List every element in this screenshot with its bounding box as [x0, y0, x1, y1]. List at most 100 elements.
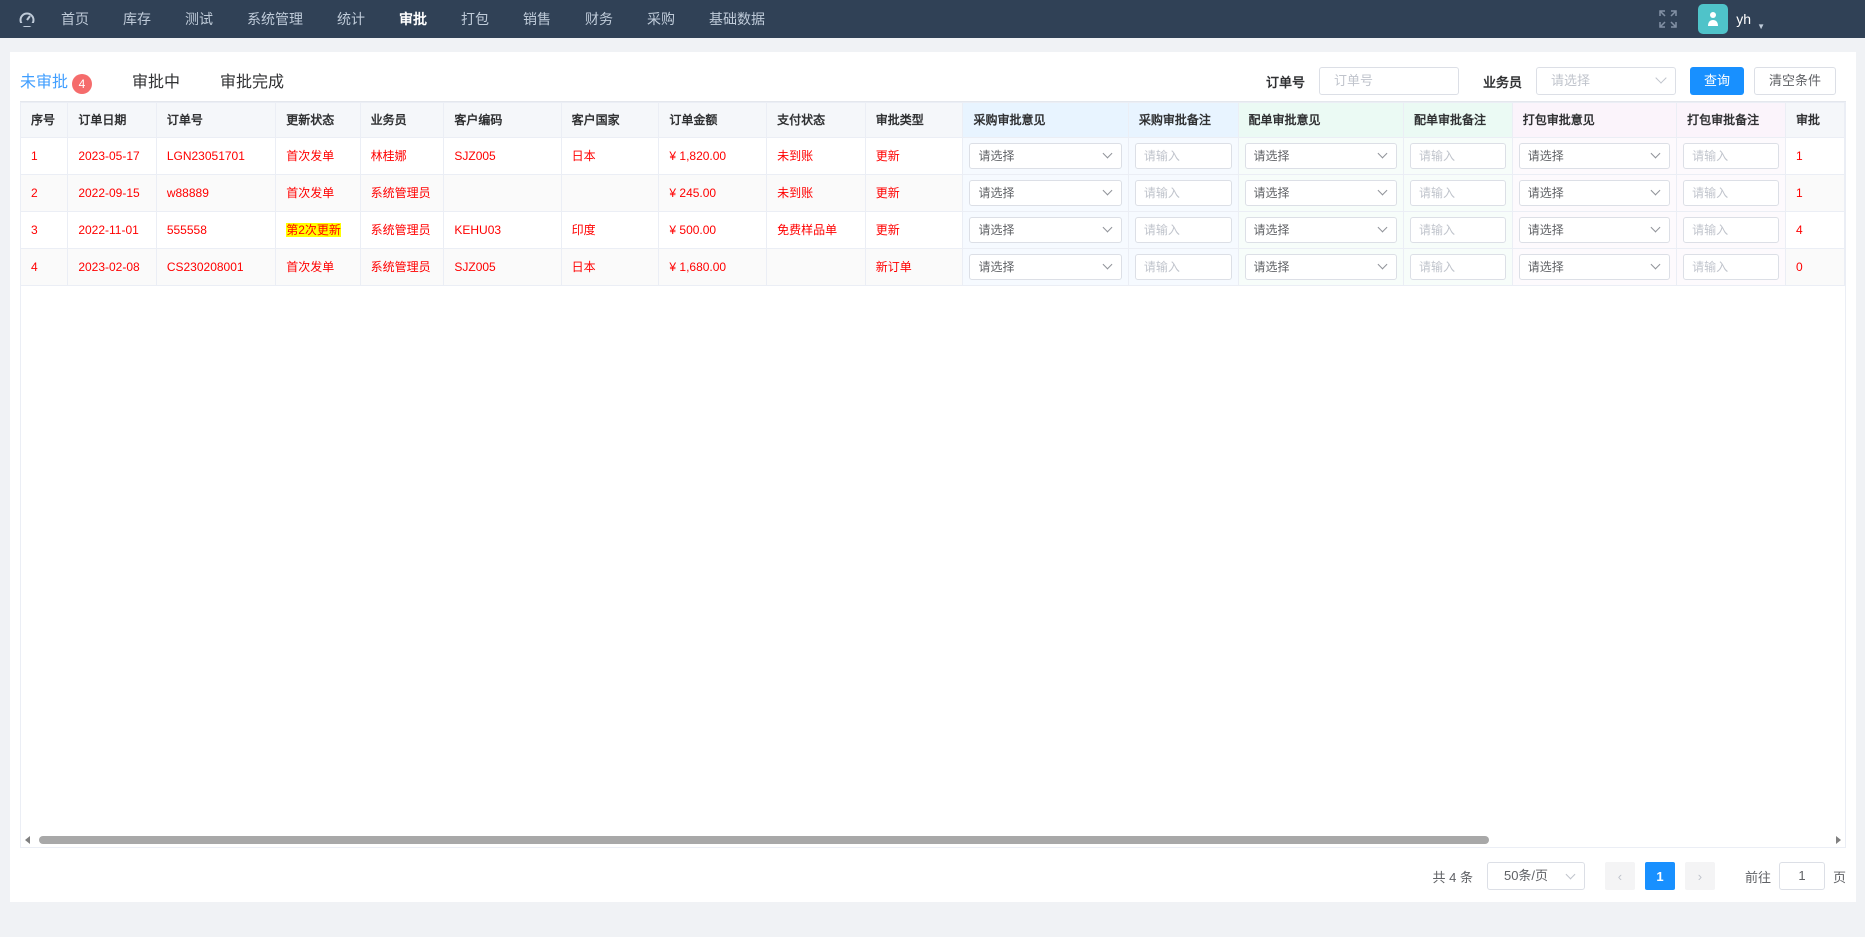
select-placeholder: 请选择 — [1527, 148, 1564, 163]
column-header: 更新状态 — [275, 103, 361, 138]
packing-opinion-select[interactable]: 请选择 — [1518, 142, 1671, 169]
purchase-opinion-select[interactable]: 请选择 — [969, 216, 1122, 243]
table-row[interactable]: 2 2022-09-15 w88889 首次发单 系统管理员 ¥ 245.00 未到账 更新请… — [21, 174, 1845, 212]
packing-remark-input[interactable]: 请输入 — [1683, 142, 1779, 169]
cell-approve-type: 更新 — [865, 174, 964, 212]
allocation-remark-input[interactable]: 请输入 — [1409, 216, 1506, 243]
tab-1[interactable]: 审批中 — [132, 68, 180, 102]
cell-idx: 3 — [21, 211, 69, 249]
allocation-opinion-select[interactable]: 请选择 — [1244, 142, 1397, 169]
cell-packing-remark: 请输入 — [1676, 211, 1786, 249]
table-row[interactable]: 4 2023-02-08 CS230208001 首次发单 系统管理员 SJZ005 日本 ¥… — [21, 248, 1845, 286]
cell-update-status: 首次发单 — [275, 174, 361, 212]
nav-item-1[interactable]: 库存 — [106, 0, 168, 38]
query-button[interactable]: 查询 — [1689, 67, 1744, 95]
next-page-button[interactable]: › — [1684, 862, 1715, 890]
nav-item-4[interactable]: 统计 — [320, 0, 382, 38]
packing-opinion-select[interactable]: 请选择 — [1518, 216, 1671, 243]
nav-item-2[interactable]: 测试 — [168, 0, 230, 38]
packing-remark-input[interactable]: 请输入 — [1683, 253, 1779, 280]
nav-item-5[interactable]: 审批 — [382, 0, 444, 38]
cell-order-no: LGN23051701 — [156, 137, 277, 175]
packing-remark-input[interactable]: 请输入 — [1683, 179, 1779, 206]
column-header: 业务员 — [360, 103, 445, 138]
cell-salesman: 系统管理员 — [360, 248, 445, 286]
allocation-opinion-select[interactable]: 请选择 — [1244, 253, 1397, 280]
nav-item-7[interactable]: 销售 — [506, 0, 568, 38]
order-no-input[interactable]: 订单号 — [1318, 67, 1459, 95]
salesman-select[interactable]: 请选择 — [1535, 67, 1676, 95]
tab-0[interactable]: 未审批 4 — [20, 68, 93, 103]
table-row[interactable]: 1 2023-05-17 LGN23051701 首次发单 林桂娜 SJZ005 日本 ¥ 1… — [21, 137, 1845, 175]
allocation-remark-input[interactable]: 请输入 — [1409, 142, 1506, 169]
scroll-left-icon[interactable] — [25, 836, 30, 844]
nav-item-8[interactable]: 财务 — [568, 0, 630, 38]
nav-item-0[interactable]: 首页 — [44, 0, 106, 38]
nav-item-6[interactable]: 打包 — [444, 0, 506, 38]
cell-allocation-opinion: 请选择 — [1238, 137, 1404, 175]
purchase-opinion-select[interactable]: 请选择 — [969, 179, 1122, 206]
table-row[interactable]: 3 2022-11-01 555558 第2次更新 系统管理员 KEHU03 印度 ¥ 500… — [21, 211, 1845, 249]
nav-item-10[interactable]: 基础数据 — [692, 0, 782, 38]
allocation-remark-input[interactable]: 请输入 — [1409, 179, 1506, 206]
purchase-opinion-select[interactable]: 请选择 — [969, 142, 1122, 169]
cell-purchase-opinion: 请选择 — [962, 174, 1129, 212]
page-size-value: 50条/页 — [1503, 868, 1549, 883]
column-header: 订单号 — [156, 103, 277, 138]
dashboard-icon[interactable] — [18, 10, 36, 28]
cell-allocation-opinion: 请选择 — [1238, 211, 1404, 249]
scroll-right-icon[interactable] — [1836, 836, 1841, 844]
user-avatar-icon[interactable] — [1698, 4, 1729, 34]
cell-date: 2023-02-08 — [67, 248, 157, 286]
chevron-down-icon — [1377, 259, 1388, 269]
purchase-remark-input[interactable]: 请输入 — [1134, 253, 1232, 280]
cell-approval-count: 0 — [1785, 248, 1845, 286]
column-header: 审批 — [1785, 103, 1845, 138]
fullscreen-icon[interactable] — [1658, 9, 1678, 29]
cell-allocation-opinion: 请选择 — [1238, 174, 1404, 212]
nav-item-9[interactable]: 采购 — [630, 0, 692, 38]
chevron-down-icon — [1377, 222, 1388, 232]
column-header: 打包审批意见 — [1512, 103, 1678, 138]
cell-approve-type: 更新 — [865, 211, 964, 249]
select-placeholder: 请选择 — [978, 185, 1015, 200]
column-header: 审批类型 — [865, 103, 964, 138]
cell-amount: ¥ 245.00 — [658, 174, 768, 212]
packing-remark-input[interactable]: 请输入 — [1683, 216, 1779, 243]
purchase-remark-input[interactable]: 请输入 — [1134, 216, 1232, 243]
allocation-opinion-select[interactable]: 请选择 — [1244, 216, 1397, 243]
goto-page-input[interactable]: 1 — [1778, 862, 1825, 890]
page-number[interactable]: 1 — [1644, 862, 1675, 890]
select-placeholder: 请选择 — [978, 259, 1015, 274]
cell-date: 2023-05-17 — [67, 137, 157, 175]
caret-down-icon[interactable]: ▼ — [1757, 22, 1765, 31]
nav-item-3[interactable]: 系统管理 — [230, 0, 320, 38]
cell-packing-remark: 请输入 — [1676, 174, 1786, 212]
username[interactable]: yh — [1736, 11, 1751, 27]
page-size-select[interactable]: 50条/页 — [1486, 862, 1585, 890]
purchase-remark-input[interactable]: 请输入 — [1134, 142, 1232, 169]
clear-filters-button[interactable]: 清空条件 — [1753, 67, 1836, 95]
packing-opinion-select[interactable]: 请选择 — [1518, 179, 1671, 206]
purchase-opinion-select[interactable]: 请选择 — [969, 253, 1122, 280]
highlighted-status: 第2次更新 — [286, 223, 341, 237]
cell-approval-count: 1 — [1785, 137, 1845, 175]
column-header: 采购审批备注 — [1128, 103, 1239, 138]
cell-order-no: 555558 — [156, 211, 277, 249]
allocation-opinion-select[interactable]: 请选择 — [1244, 179, 1397, 206]
cell-packing-opinion: 请选择 — [1512, 174, 1678, 212]
cell-allocation-remark: 请输入 — [1403, 137, 1513, 175]
horizontal-scrollbar[interactable] — [21, 833, 1845, 847]
cell-packing-opinion: 请选择 — [1512, 248, 1678, 286]
prev-page-button[interactable]: ‹ — [1604, 862, 1635, 890]
cell-purchase-opinion: 请选择 — [962, 248, 1129, 286]
purchase-remark-input[interactable]: 请输入 — [1134, 179, 1232, 206]
allocation-remark-input[interactable]: 请输入 — [1409, 253, 1506, 280]
cell-update-status: 第2次更新 — [275, 211, 361, 249]
scrollbar-thumb[interactable] — [39, 836, 1489, 844]
cell-pay-status: 免费样品单 — [766, 211, 866, 249]
cell-date: 2022-09-15 — [67, 174, 157, 212]
packing-opinion-select[interactable]: 请选择 — [1518, 253, 1671, 280]
cell-allocation-opinion: 请选择 — [1238, 248, 1404, 286]
tab-2[interactable]: 审批完成 — [220, 68, 284, 102]
